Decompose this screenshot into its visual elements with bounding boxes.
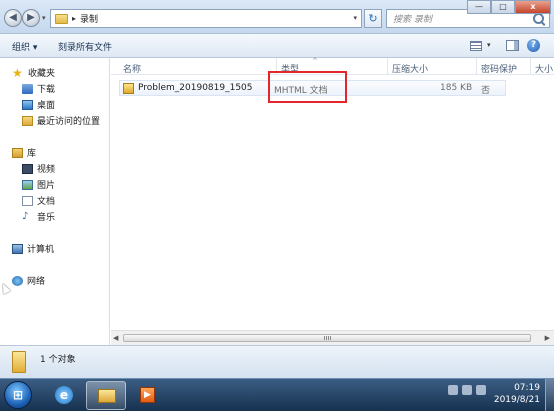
tray-network-icon[interactable]: [462, 385, 472, 395]
media-player-icon: ▶: [140, 387, 155, 403]
nav-libraries-label: 库: [27, 149, 37, 159]
preview-pane-icon[interactable]: [506, 40, 519, 51]
horizontal-scrollbar[interactable]: ◀ ▶: [111, 330, 554, 345]
scrollbar-thumb[interactable]: [123, 334, 531, 342]
computer-icon: [12, 243, 23, 254]
system-tray: [448, 385, 486, 395]
nav-item-desktop[interactable]: 桌面: [22, 98, 55, 111]
address-dropdown-chevron-icon[interactable]: ▾: [353, 14, 357, 22]
nav-item-label: 视频: [37, 165, 56, 175]
item-count: 1 个对象: [40, 355, 76, 365]
file-name: Problem_20190819_1505: [138, 83, 253, 93]
refresh-button[interactable]: ↻: [364, 9, 382, 28]
details-pane: 1 个对象: [0, 345, 554, 378]
arrow-left-icon: ◀: [9, 12, 17, 23]
red-highlight-box: [268, 71, 347, 103]
mhtml-file-icon: [123, 83, 134, 94]
navigation-pane: ★ 收藏夹 下载 桌面 最近访问的位置 库 视频 图片 文档 ♪ 音乐 计算机 …: [0, 58, 110, 345]
nav-favorites-label: 收藏夹: [28, 69, 56, 79]
nav-network-label: 网络: [27, 277, 46, 287]
minimize-button[interactable]: —: [467, 0, 491, 14]
sort-caret-icon: ^: [312, 57, 318, 65]
column-divider[interactable]: [387, 58, 388, 75]
clock-date: 2019/8/21: [493, 395, 540, 405]
breadcrumb-separator-icon[interactable]: ▸: [72, 14, 76, 23]
taskbar-media-player[interactable]: ▶: [128, 381, 168, 410]
nav-item-downloads[interactable]: 下载: [22, 82, 55, 95]
column-divider[interactable]: [530, 58, 531, 75]
nav-item-pictures[interactable]: 图片: [22, 178, 55, 191]
nav-computer-label: 计算机: [27, 245, 55, 255]
recent-pages-chevron-icon[interactable]: ▾: [42, 14, 46, 22]
column-header-size[interactable]: 大小: [535, 62, 553, 75]
nav-item-label: 桌面: [37, 101, 56, 111]
window-controls: — □ x: [467, 0, 551, 14]
scroll-right-icon[interactable]: ▶: [545, 334, 550, 342]
start-button[interactable]: ⊞: [4, 381, 32, 409]
view-options-chevron-icon[interactable]: ▾: [487, 41, 491, 49]
nav-item-recent-places[interactable]: 最近访问的位置: [22, 114, 100, 127]
nav-network[interactable]: 网络: [12, 274, 45, 287]
column-divider[interactable]: [476, 58, 477, 75]
address-bar[interactable]: ▸ 录制 ▾: [50, 9, 362, 28]
nav-item-label: 图片: [37, 181, 56, 191]
nav-item-label: 下载: [37, 85, 56, 95]
libraries-icon: [12, 147, 23, 158]
organize-button[interactable]: 组织 ▾: [12, 40, 37, 53]
column-header-compressed-size[interactable]: 压缩大小: [392, 62, 428, 75]
tray-volume-icon[interactable]: [476, 385, 486, 395]
tray-language-icon[interactable]: [448, 385, 458, 395]
nav-libraries[interactable]: 库: [12, 146, 36, 159]
nav-item-label: 音乐: [37, 213, 56, 223]
star-icon: ★: [12, 65, 23, 80]
taskbar-clock[interactable]: 07:19 2019/8/21: [494, 382, 540, 406]
file-list: 名称 ^ 类型 压缩大小 密码保护 大小 Problem_20190819_15…: [111, 57, 554, 345]
zip-folder-icon: [12, 351, 26, 373]
nav-item-music[interactable]: ♪ 音乐: [22, 210, 55, 223]
arrow-right-icon: ▶: [27, 12, 35, 23]
network-icon: [12, 275, 23, 286]
desktop-icon: [22, 99, 33, 110]
taskbar: ⊞ e ▶ 07:19 2019/8/21: [0, 378, 554, 411]
command-bar: 组织 ▾ 刻录所有文件 ▾ ?: [0, 34, 554, 58]
nav-favorites[interactable]: ★ 收藏夹: [12, 65, 56, 80]
clock-time: 07:19: [514, 383, 540, 393]
address-bar-region: ◀ ▶ ▾ ▸ 录制 ▾ ↻ 搜索 录制 — □ x: [0, 0, 554, 34]
refresh-icon: ↻: [368, 12, 378, 25]
internet-explorer-icon: e: [55, 386, 73, 404]
column-header-name[interactable]: 名称: [123, 62, 141, 75]
recent-places-icon: [22, 115, 33, 126]
taskbar-internet-explorer[interactable]: e: [44, 381, 84, 410]
downloads-folder-icon: [22, 83, 33, 94]
nav-item-videos[interactable]: 视频: [22, 162, 55, 175]
file-explorer-icon: [98, 389, 116, 403]
documents-icon: [22, 195, 33, 206]
show-desktop-button[interactable]: [545, 379, 554, 411]
nav-item-label: 文档: [37, 197, 56, 207]
taskbar-file-explorer[interactable]: [86, 381, 126, 410]
breadcrumb-current-folder[interactable]: 录制: [80, 12, 98, 25]
scroll-left-icon[interactable]: ◀: [113, 334, 118, 342]
burn-all-files-button[interactable]: 刻录所有文件: [58, 40, 112, 53]
nav-computer[interactable]: 计算机: [12, 242, 54, 255]
music-note-icon: ♪: [22, 210, 29, 222]
change-view-icon[interactable]: [470, 41, 482, 51]
file-password-protected: 否: [481, 86, 491, 96]
scrollbar-grip-icon: [324, 336, 332, 340]
back-button[interactable]: ◀: [4, 9, 22, 27]
videos-icon: [22, 163, 33, 174]
file-compressed-size: 185 KB: [440, 83, 473, 93]
maximize-button[interactable]: □: [491, 0, 515, 14]
forward-button[interactable]: ▶: [22, 9, 40, 27]
folder-icon: [55, 13, 68, 24]
search-icon[interactable]: [533, 13, 544, 24]
nav-item-label: 最近访问的位置: [37, 117, 101, 127]
pictures-icon: [22, 179, 33, 190]
nav-item-documents[interactable]: 文档: [22, 194, 55, 207]
column-header-password[interactable]: 密码保护: [481, 62, 517, 75]
close-button[interactable]: x: [515, 0, 551, 14]
help-icon[interactable]: ?: [527, 39, 540, 52]
